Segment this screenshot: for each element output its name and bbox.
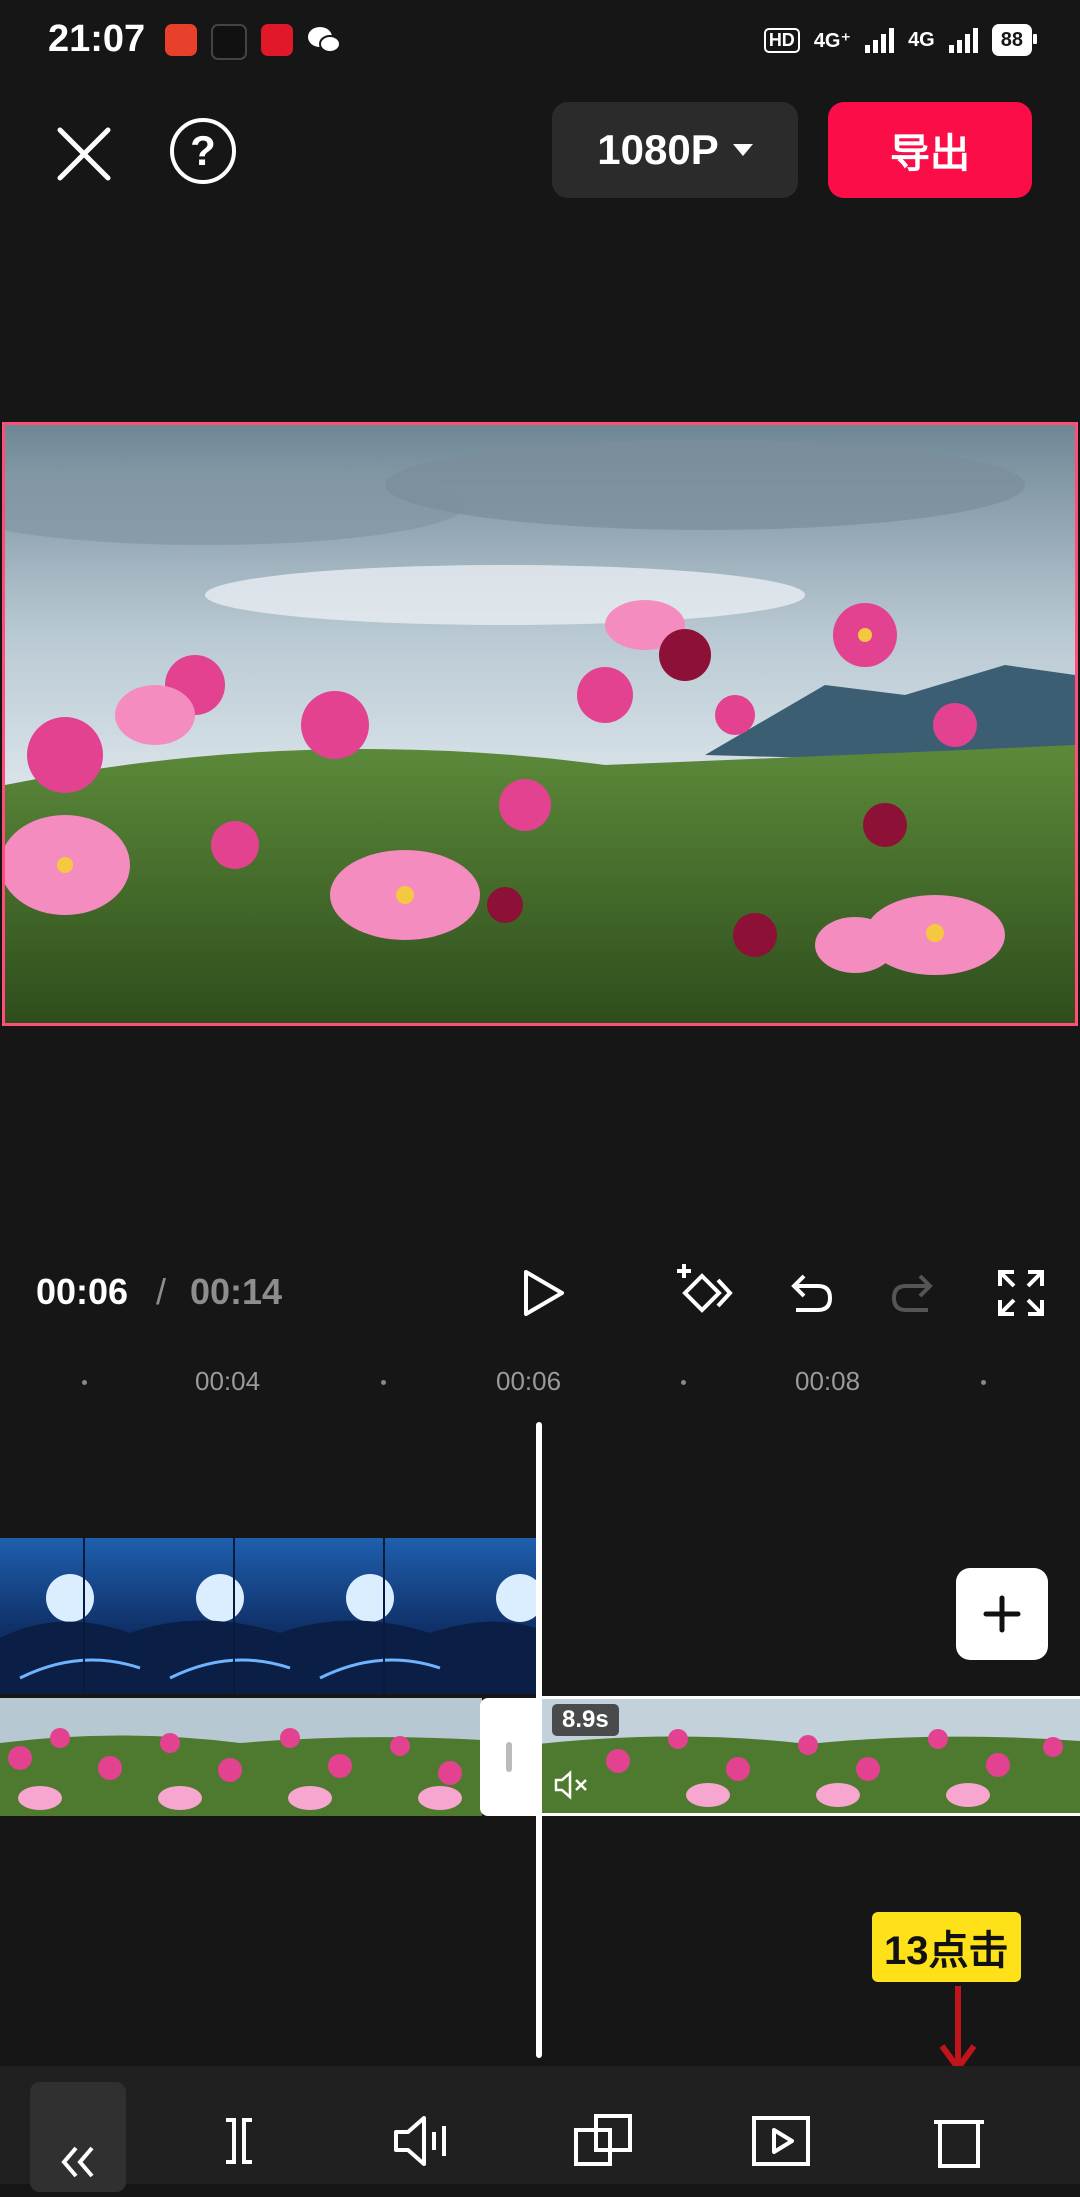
plus-icon <box>983 1595 1021 1633</box>
notification-icons <box>165 24 341 60</box>
selected-clip[interactable] <box>538 1696 1080 1816</box>
video-preview[interactable] <box>2 422 1078 1026</box>
flower-clip-thumbnails <box>538 1699 1080 1813</box>
tick-dot <box>681 1380 686 1385</box>
split-button[interactable] <box>204 2106 274 2176</box>
tiktok-icon <box>211 24 247 60</box>
undo-icon <box>791 1274 833 1312</box>
total-time: 00:14 <box>190 1271 283 1312</box>
double-chevron-left-icon <box>61 2146 94 2178</box>
bottom-toolbar <box>0 2066 1080 2184</box>
hd-voice-icon: HD <box>763 27 800 53</box>
overlay-icon <box>574 2114 632 2166</box>
export-button[interactable]: 导出 <box>828 102 1032 198</box>
news-app-icon <box>261 24 293 56</box>
split-icon <box>226 2118 252 2164</box>
tick-dot <box>981 1380 986 1385</box>
muted-speaker-icon <box>552 1768 592 1802</box>
clip-duration-badge: 8.9s <box>552 1704 619 1736</box>
help-button[interactable]: ? <box>170 118 236 184</box>
playhead[interactable] <box>536 1422 542 2058</box>
battery-indicator: 88 <box>991 24 1038 56</box>
main-clip-left[interactable] <box>0 1698 482 1816</box>
close-icon <box>57 127 111 181</box>
overlay-clip-track[interactable] <box>0 1538 536 1694</box>
signal-icon <box>948 27 978 53</box>
play-button[interactable] <box>506 1258 576 1328</box>
tick-dot <box>82 1380 87 1385</box>
resolution-dropdown[interactable]: 1080P <box>552 102 798 198</box>
overlay-button[interactable] <box>568 2106 638 2176</box>
help-icon: ? <box>190 127 216 174</box>
status-indicators: HD 4G⁺ 4G 88 <box>763 24 1038 56</box>
tick-label: 00:08 <box>795 1366 861 1396</box>
network-type-2: 4G <box>908 28 935 51</box>
tick-label: 00:06 <box>496 1366 562 1396</box>
undo-button[interactable] <box>774 1258 844 1328</box>
keyframe-button[interactable] <box>672 1258 742 1328</box>
preview-image <box>5 425 1075 1023</box>
status-time: 21:07 <box>48 18 146 60</box>
animation-button[interactable] <box>746 2106 816 2176</box>
fullscreen-button[interactable] <box>986 1258 1056 1328</box>
volume-button[interactable] <box>388 2106 458 2176</box>
app-notification-icon <box>165 24 197 56</box>
network-type-1: 4G⁺ <box>813 29 852 52</box>
redo-button[interactable] <box>880 1258 950 1328</box>
tick-label: 00:04 <box>195 1366 261 1396</box>
current-time: 00:06 <box>36 1271 129 1312</box>
signal-icon <box>865 27 895 53</box>
fullscreen-icon <box>998 1270 1044 1316</box>
time-separator: / <box>156 1271 167 1312</box>
resolution-label: 1080P <box>597 126 719 173</box>
speaker-icon <box>394 2116 446 2166</box>
chevron-down-icon <box>732 144 753 156</box>
clip-trim-handle[interactable] <box>480 1698 538 1816</box>
delete-icon <box>934 2120 984 2168</box>
collapse-toolbar-button[interactable] <box>30 2082 126 2192</box>
wechat-icon <box>307 24 341 56</box>
tick-dot <box>381 1380 386 1385</box>
status-bar: 21:07 HD 4G⁺ 4G 88 <box>0 0 1080 90</box>
add-clip-button[interactable] <box>956 1568 1048 1660</box>
redo-icon <box>891 1274 933 1312</box>
flower-clip-thumbnails <box>0 1698 482 1816</box>
play-box-icon <box>752 2116 810 2166</box>
keyframe-icon <box>677 1264 733 1313</box>
play-icon <box>524 1270 564 1316</box>
close-button[interactable] <box>50 120 118 188</box>
delete-button[interactable] <box>924 2106 994 2176</box>
tutorial-annotation: 13点击 <box>872 1912 1021 1982</box>
night-clip-thumbnails <box>0 1538 536 1694</box>
arrow-down-icon <box>936 1984 980 2072</box>
